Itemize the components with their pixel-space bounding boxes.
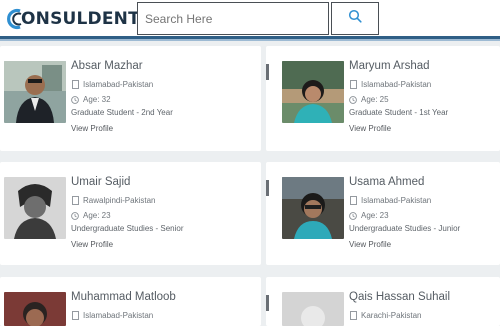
card-scroll-marker	[266, 180, 269, 196]
location-text: Rawalpindi-Pakistan	[83, 196, 156, 205]
avatar	[4, 292, 66, 326]
consuldents-logo[interactable]: ONSULDENTS	[6, 8, 152, 30]
profile-name: Absar Mazhar	[71, 60, 143, 72]
profile-card: Umair Sajid Rawalpindi-Pakistan Age: 23 …	[0, 162, 261, 265]
logo-c-mark-icon	[6, 8, 24, 30]
profile-card: Qais Hassan Suhail Karachi-Pakistan	[266, 277, 500, 326]
clock-icon	[71, 211, 79, 220]
location-row: Islamabad-Pakistan	[71, 311, 153, 320]
age-text: Age: 23	[361, 211, 389, 220]
clock-icon	[71, 95, 79, 104]
study-text: Graduate Student - 1st Year	[349, 108, 449, 117]
search-icon	[348, 9, 362, 28]
study-text: Graduate Student - 2nd Year	[71, 108, 173, 117]
card-scroll-marker	[266, 64, 269, 80]
view-profile-link[interactable]: View Profile	[349, 124, 391, 133]
location-text: Islamabad-Pakistan	[361, 80, 432, 89]
document-icon	[71, 311, 79, 320]
location-row: Islamabad-Pakistan	[71, 80, 153, 89]
view-profile-link[interactable]: View Profile	[71, 240, 113, 249]
document-icon	[349, 196, 357, 205]
age-text: Age: 32	[83, 95, 111, 104]
clock-icon	[349, 211, 357, 220]
age-text: Age: 25	[361, 95, 389, 104]
location-text: Islamabad-Pakistan	[361, 196, 432, 205]
view-profile-link[interactable]: View Profile	[71, 124, 113, 133]
age-row: Age: 32	[71, 95, 111, 104]
avatar	[4, 61, 66, 123]
location-text: Karachi-Pakistan	[361, 311, 422, 320]
clock-icon	[349, 95, 357, 104]
document-icon	[349, 80, 357, 89]
profile-name: Qais Hassan Suhail	[349, 291, 450, 303]
age-row: Age: 25	[349, 95, 389, 104]
age-row: Age: 23	[71, 211, 111, 220]
study-text: Undergraduate Studies - Senior	[71, 224, 184, 233]
view-profile-link[interactable]: View Profile	[349, 240, 391, 249]
profile-card: Absar Mazhar Islamabad-Pakistan Age: 32 …	[0, 46, 261, 151]
avatar	[282, 61, 344, 123]
document-icon	[349, 311, 357, 320]
search-button[interactable]	[331, 2, 379, 35]
avatar	[4, 177, 66, 239]
logo-wordmark: ONSULDENTS	[21, 9, 153, 29]
location-text: Islamabad-Pakistan	[83, 311, 154, 320]
profile-card: Muhammad Matloob Islamabad-Pakistan	[0, 277, 261, 326]
avatar-placeholder	[282, 292, 344, 326]
location-row: Rawalpindi-Pakistan	[71, 196, 155, 205]
profile-name: Muhammad Matloob	[71, 291, 176, 303]
avatar	[282, 177, 344, 239]
card-scroll-marker	[266, 295, 269, 311]
profile-card: Usama Ahmed Islamabad-Pakistan Age: 23 U…	[266, 162, 500, 265]
age-text: Age: 23	[83, 211, 111, 220]
document-icon	[71, 80, 79, 89]
top-header: ONSULDENTS	[0, 0, 500, 36]
profile-name: Umair Sajid	[71, 176, 131, 188]
profile-name: Maryum Arshad	[349, 60, 430, 72]
study-text: Undergraduate Studies - Junior	[349, 224, 461, 233]
search-input[interactable]	[137, 2, 329, 35]
location-row: Karachi-Pakistan	[349, 311, 421, 320]
document-icon	[71, 196, 79, 205]
location-text: Islamabad-Pakistan	[83, 80, 154, 89]
header-divider-light	[0, 39, 500, 41]
location-row: Islamabad-Pakistan	[349, 80, 431, 89]
profile-card: Maryum Arshad Islamabad-Pakistan Age: 25…	[266, 46, 500, 151]
age-row: Age: 23	[349, 211, 389, 220]
profile-name: Usama Ahmed	[349, 176, 425, 188]
location-row: Islamabad-Pakistan	[349, 196, 431, 205]
